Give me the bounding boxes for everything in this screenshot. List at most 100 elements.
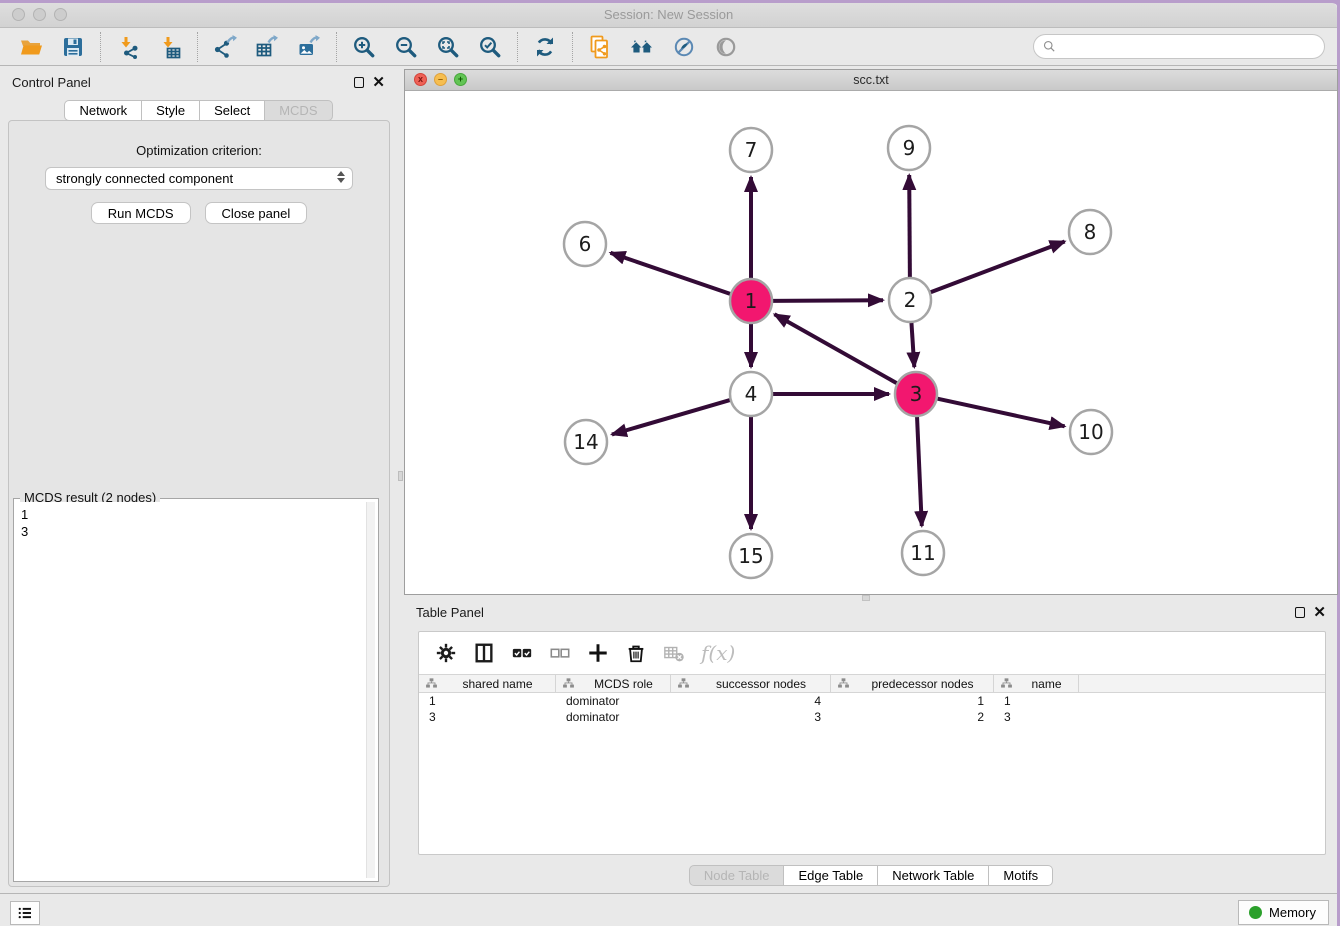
delete-icon[interactable]: [623, 640, 649, 666]
clear-selection-icon[interactable]: [547, 640, 573, 666]
zoom-in-icon[interactable]: [351, 34, 377, 60]
zoom-fit-icon[interactable]: [435, 34, 461, 60]
zoom-selected-icon[interactable]: [477, 34, 503, 60]
graph-node-7[interactable]: 7: [730, 128, 772, 172]
task-history-button[interactable]: [10, 901, 40, 925]
column-header-shared-name[interactable]: shared name: [419, 675, 556, 692]
float-table-panel-icon[interactable]: [1295, 607, 1305, 618]
graph-node-9[interactable]: 9: [888, 126, 930, 170]
graph-edge-4-14[interactable]: [612, 400, 730, 434]
graph-node-14[interactable]: 14: [565, 420, 607, 464]
table-cell[interactable]: 3: [671, 709, 831, 725]
memory-status-icon: [1249, 906, 1262, 919]
hierarchy-icon: [677, 677, 690, 690]
column-header-predecessor-nodes[interactable]: predecessor nodes: [831, 675, 994, 692]
table-cell[interactable]: dominator: [556, 693, 671, 709]
graph-edge-2-8[interactable]: [931, 242, 1065, 293]
graph-edge-3-1[interactable]: [775, 314, 897, 383]
table-tab-motifs[interactable]: Motifs: [989, 865, 1053, 886]
network-canvas[interactable]: 7 9 6 8 1 2 4 3 14 10 15 11: [405, 91, 1337, 594]
graph-node-15[interactable]: 15: [730, 534, 772, 578]
graph-node-4[interactable]: 4: [730, 372, 772, 416]
export-image-icon[interactable]: [296, 34, 322, 60]
duplicate-network-icon[interactable]: [587, 34, 613, 60]
table-row[interactable]: 3dominator323: [419, 709, 1325, 725]
table-cell[interactable]: dominator: [556, 709, 671, 725]
table-cell[interactable]: 3: [419, 709, 556, 725]
run-mcds-button[interactable]: Run MCDS: [91, 202, 191, 224]
eye-icon[interactable]: [713, 34, 739, 60]
tab-mcds[interactable]: MCDS: [265, 100, 332, 121]
graph-node-3[interactable]: 3: [895, 372, 937, 416]
svg-text:4: 4: [745, 382, 758, 406]
open-folder-icon[interactable]: [18, 34, 44, 60]
graph-edge-3-10[interactable]: [938, 399, 1065, 427]
table-cell[interactable]: 1: [831, 693, 994, 709]
close-table-panel-icon[interactable]: ✕: [1313, 605, 1326, 620]
svg-text:14: 14: [573, 430, 598, 454]
graph-node-6[interactable]: 6: [564, 222, 606, 266]
mcds-result-text[interactable]: 1 3: [17, 502, 366, 878]
import-table-icon[interactable]: [157, 34, 183, 60]
graphics-details-icon[interactable]: [671, 34, 697, 60]
table-row[interactable]: 1dominator411: [419, 693, 1325, 709]
vertical-split-divider[interactable]: [397, 69, 404, 887]
split-columns-icon[interactable]: [471, 640, 497, 666]
table-cell[interactable]: 3: [994, 709, 1079, 725]
svg-text:6: 6: [579, 232, 592, 256]
column-header-name[interactable]: name: [994, 675, 1079, 692]
graph-edge-3-11[interactable]: [917, 416, 922, 526]
graph-node-1[interactable]: 1: [730, 279, 772, 323]
refresh-icon[interactable]: [532, 34, 558, 60]
add-icon[interactable]: [585, 640, 611, 666]
task-list-icon: [16, 904, 34, 922]
table-grid: shared nameMCDS rolesuccessor nodesprede…: [419, 674, 1325, 725]
table-tab-network-table[interactable]: Network Table: [878, 865, 989, 886]
export-table-icon[interactable]: [254, 34, 280, 60]
graph-edge-2-3[interactable]: [911, 322, 914, 367]
table-cell[interactable]: 1: [994, 693, 1079, 709]
table-panel-header: Table Panel ✕: [404, 599, 1338, 625]
select-all-icon[interactable]: [509, 640, 535, 666]
search-field[interactable]: [1033, 34, 1325, 59]
svg-text:9: 9: [903, 136, 916, 160]
float-panel-icon[interactable]: [354, 77, 364, 88]
graph-edge-2-9[interactable]: [909, 175, 910, 278]
control-panel-tabs: NetworkStyleSelectMCDS: [0, 100, 397, 121]
graph-node-10[interactable]: 10: [1070, 410, 1112, 454]
column-header-MCDS-role[interactable]: MCDS role: [556, 675, 671, 692]
graph-edge-1-2[interactable]: [773, 300, 883, 301]
close-panel-button[interactable]: Close panel: [205, 202, 308, 224]
graph-edge-1-6[interactable]: [611, 253, 731, 294]
graph-node-8[interactable]: 8: [1069, 210, 1111, 254]
divider-grip[interactable]: [398, 471, 403, 481]
table-cell[interactable]: 4: [671, 693, 831, 709]
delete-table-icon[interactable]: [661, 640, 687, 666]
tab-network[interactable]: Network: [64, 100, 142, 121]
toolbar-separator: [517, 32, 518, 62]
close-panel-icon[interactable]: ✕: [372, 75, 385, 90]
optimization-dropdown[interactable]: strongly connected component: [45, 167, 353, 190]
result-scrollbar[interactable]: [366, 502, 375, 878]
gear-icon[interactable]: [433, 640, 459, 666]
export-network-icon[interactable]: [212, 34, 238, 60]
tab-style[interactable]: Style: [142, 100, 200, 121]
window-titlebar: Session: New Session: [0, 3, 1337, 28]
import-network-icon[interactable]: [115, 34, 141, 60]
table-tab-node-table[interactable]: Node Table: [689, 865, 785, 886]
graph-node-2[interactable]: 2: [889, 278, 931, 322]
save-icon[interactable]: [60, 34, 86, 60]
memory-button[interactable]: Memory: [1238, 900, 1329, 925]
svg-text:11: 11: [910, 541, 935, 565]
column-header-successor-nodes[interactable]: successor nodes: [671, 675, 831, 692]
graph-node-11[interactable]: 11: [902, 531, 944, 575]
table-cell[interactable]: 1: [419, 693, 556, 709]
search-input[interactable]: [1061, 39, 1316, 54]
home-icon[interactable]: [629, 34, 655, 60]
optimization-dropdown-value: strongly connected component: [56, 171, 233, 186]
table-tab-edge-table[interactable]: Edge Table: [784, 865, 878, 886]
table-cell[interactable]: 2: [831, 709, 994, 725]
tab-select[interactable]: Select: [200, 100, 265, 121]
zoom-out-icon[interactable]: [393, 34, 419, 60]
function-builder-icon: f(x): [701, 641, 735, 665]
